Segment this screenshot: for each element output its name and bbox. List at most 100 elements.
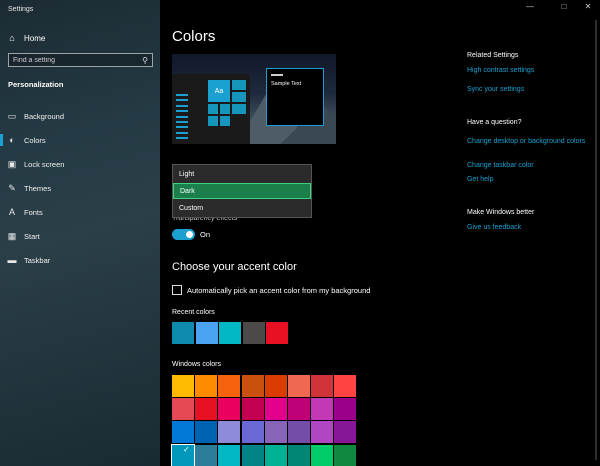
preview-tile: Aa: [208, 80, 230, 102]
windows-color-swatch[interactable]: [311, 375, 334, 397]
recent-color-swatch[interactable]: [266, 322, 289, 344]
high-contrast-link[interactable]: High contrast settings: [467, 66, 589, 76]
windows-color-swatch[interactable]: [311, 444, 334, 466]
windows-color-swatch[interactable]: [264, 421, 287, 444]
sync-settings-link[interactable]: Sync your settings: [467, 85, 589, 95]
image-icon: ▭: [7, 110, 17, 121]
home-label: Home: [24, 33, 46, 43]
preview-menu-lines: [176, 94, 190, 143]
make-better-heading: Make Windows better: [467, 209, 535, 216]
windows-color-swatch[interactable]: [218, 421, 241, 444]
preview-sample-bar: [271, 74, 283, 76]
taskbar-icon: ▬: [7, 255, 17, 265]
sidebar-item-label: Lock screen: [24, 159, 65, 169]
option-dark[interactable]: Dark: [173, 183, 311, 199]
recent-color-swatch[interactable]: [195, 322, 218, 344]
sidebar-item-label: Taskbar: [24, 255, 51, 265]
windows-color-swatch[interactable]: [334, 421, 357, 444]
windows-colors-label: Windows colors: [172, 361, 222, 368]
windows-color-swatch[interactable]: [288, 444, 310, 466]
preview-sample-text: Sample Text: [271, 81, 302, 87]
search-box[interactable]: ⚲: [8, 53, 153, 67]
windows-color-swatch[interactable]: [311, 421, 334, 444]
sidebar-item-label: Start: [24, 231, 40, 241]
windows-color-swatch[interactable]: [195, 444, 218, 466]
fonts-icon: A: [8, 207, 15, 217]
color-mode-dropdown[interactable]: Light Dark Custom: [172, 164, 312, 218]
scrollbar[interactable]: [595, 20, 597, 460]
option-light[interactable]: Light: [173, 166, 311, 182]
windows-color-swatch[interactable]: [241, 444, 264, 466]
sidebar: Settings ⌂ Home ⚲ Personalization ▭ Back…: [0, 0, 160, 466]
windows-color-swatch[interactable]: [195, 375, 218, 397]
window-title: Settings: [8, 6, 34, 13]
preview-tile: [232, 80, 246, 90]
sidebar-item-lock-screen[interactable]: ▣ Lock screen: [0, 152, 160, 176]
windows-color-swatch[interactable]: [195, 398, 218, 421]
transparency-toggle[interactable]: [172, 229, 195, 240]
sidebar-nav: ▭ Background ◐ Colors ▣ Lock screen ✎ Th…: [0, 104, 160, 272]
question-heading: Have a question?: [467, 119, 522, 126]
windows-color-swatch[interactable]: [288, 398, 310, 421]
windows-color-swatch[interactable]: [172, 375, 194, 397]
preview-tile: [208, 116, 218, 126]
sidebar-item-colors[interactable]: ◐ Colors: [0, 128, 160, 152]
sidebar-item-taskbar[interactable]: ▬ Taskbar: [0, 248, 160, 272]
windows-color-swatch[interactable]: [172, 398, 194, 421]
sidebar-item-label: Fonts: [24, 207, 43, 217]
auto-pick-row[interactable]: Automatically pick an accent color from …: [172, 285, 370, 295]
sidebar-item-label: Themes: [24, 183, 52, 193]
sidebar-item-themes[interactable]: ✎ Themes: [0, 176, 160, 200]
windows-color-swatch[interactable]: [171, 443, 195, 466]
windows-color-swatch[interactable]: [288, 421, 310, 444]
sidebar-item-label: Colors: [24, 135, 46, 145]
page-title: Colors: [172, 28, 216, 45]
recent-color-swatch[interactable]: [172, 322, 194, 344]
windows-color-swatch[interactable]: [172, 421, 194, 444]
auto-pick-label: Automatically pick an accent color from …: [187, 285, 371, 295]
search-input[interactable]: [13, 56, 133, 64]
preview-sample-window: Sample Text: [266, 68, 324, 126]
sidebar-item-fonts[interactable]: A Fonts: [0, 200, 160, 224]
windows-color-swatch[interactable]: [241, 398, 264, 421]
toggle-state: On: [200, 230, 211, 239]
sidebar-item-background[interactable]: ▭ Background: [0, 104, 160, 128]
preview-tile: [208, 104, 218, 114]
preview-tile: [232, 104, 246, 114]
windows-color-swatch[interactable]: [241, 375, 264, 397]
get-help-link[interactable]: Get help: [467, 175, 589, 185]
recent-color-swatch[interactable]: [219, 322, 242, 344]
recent-color-swatch[interactable]: [242, 322, 265, 344]
preview-tile: [220, 116, 230, 126]
windows-color-swatch[interactable]: [264, 398, 287, 421]
auto-pick-checkbox[interactable]: [172, 285, 182, 295]
palette-icon: ◐: [9, 135, 15, 145]
preview-tile: [220, 104, 230, 114]
preview-tile: [232, 92, 246, 102]
search-icon[interactable]: ⚲: [142, 56, 148, 65]
home-link[interactable]: ⌂ Home: [0, 30, 160, 46]
themes-icon: ✎: [8, 182, 16, 193]
windows-color-swatch[interactable]: [218, 398, 241, 421]
windows-color-swatch[interactable]: [264, 375, 287, 397]
option-custom[interactable]: Custom: [173, 200, 311, 216]
windows-color-swatch[interactable]: [218, 444, 241, 466]
windows-color-swatch[interactable]: [264, 444, 287, 466]
change-background-link[interactable]: Change desktop or background colors: [467, 137, 589, 147]
windows-color-swatch[interactable]: [241, 421, 264, 444]
recent-colors-label: Recent colors: [172, 309, 215, 316]
windows-color-swatch[interactable]: [195, 421, 218, 444]
home-icon: ⌂: [9, 33, 15, 43]
sidebar-item-start[interactable]: ▦ Start: [0, 224, 160, 248]
lock-screen-icon: ▣: [7, 158, 17, 169]
windows-color-swatch[interactable]: [218, 375, 241, 397]
windows-color-swatch[interactable]: [311, 398, 334, 421]
sidebar-item-label: Background: [24, 111, 65, 121]
windows-color-swatch[interactable]: [288, 375, 310, 397]
feedback-link[interactable]: Give us feedback: [467, 223, 589, 233]
change-taskbar-link[interactable]: Change taskbar color: [467, 161, 589, 171]
toggle-knob: [186, 231, 193, 238]
windows-color-swatch[interactable]: [334, 398, 357, 421]
windows-color-swatch[interactable]: [334, 444, 357, 466]
windows-color-swatch[interactable]: [334, 375, 357, 397]
